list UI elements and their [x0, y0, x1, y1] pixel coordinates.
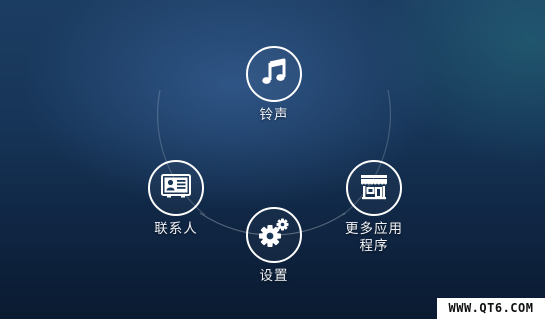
store-icon [358, 171, 390, 205]
settings-label: 设置 [259, 268, 289, 284]
ringtone-label: 铃声 [259, 107, 289, 123]
settings-icon-ring [246, 207, 302, 263]
ringtone-button[interactable]: 铃声 [214, 46, 334, 124]
settings-button[interactable]: 设置 [214, 207, 334, 285]
gears-icon [257, 217, 291, 253]
contact-card-icon [160, 172, 192, 204]
ringtone-icon-ring [246, 46, 302, 102]
contacts-icon-ring [148, 160, 204, 216]
watermark: WWW.QT6.COM [437, 298, 545, 319]
music-note-icon [259, 57, 289, 91]
more-apps-icon-ring [346, 160, 402, 216]
